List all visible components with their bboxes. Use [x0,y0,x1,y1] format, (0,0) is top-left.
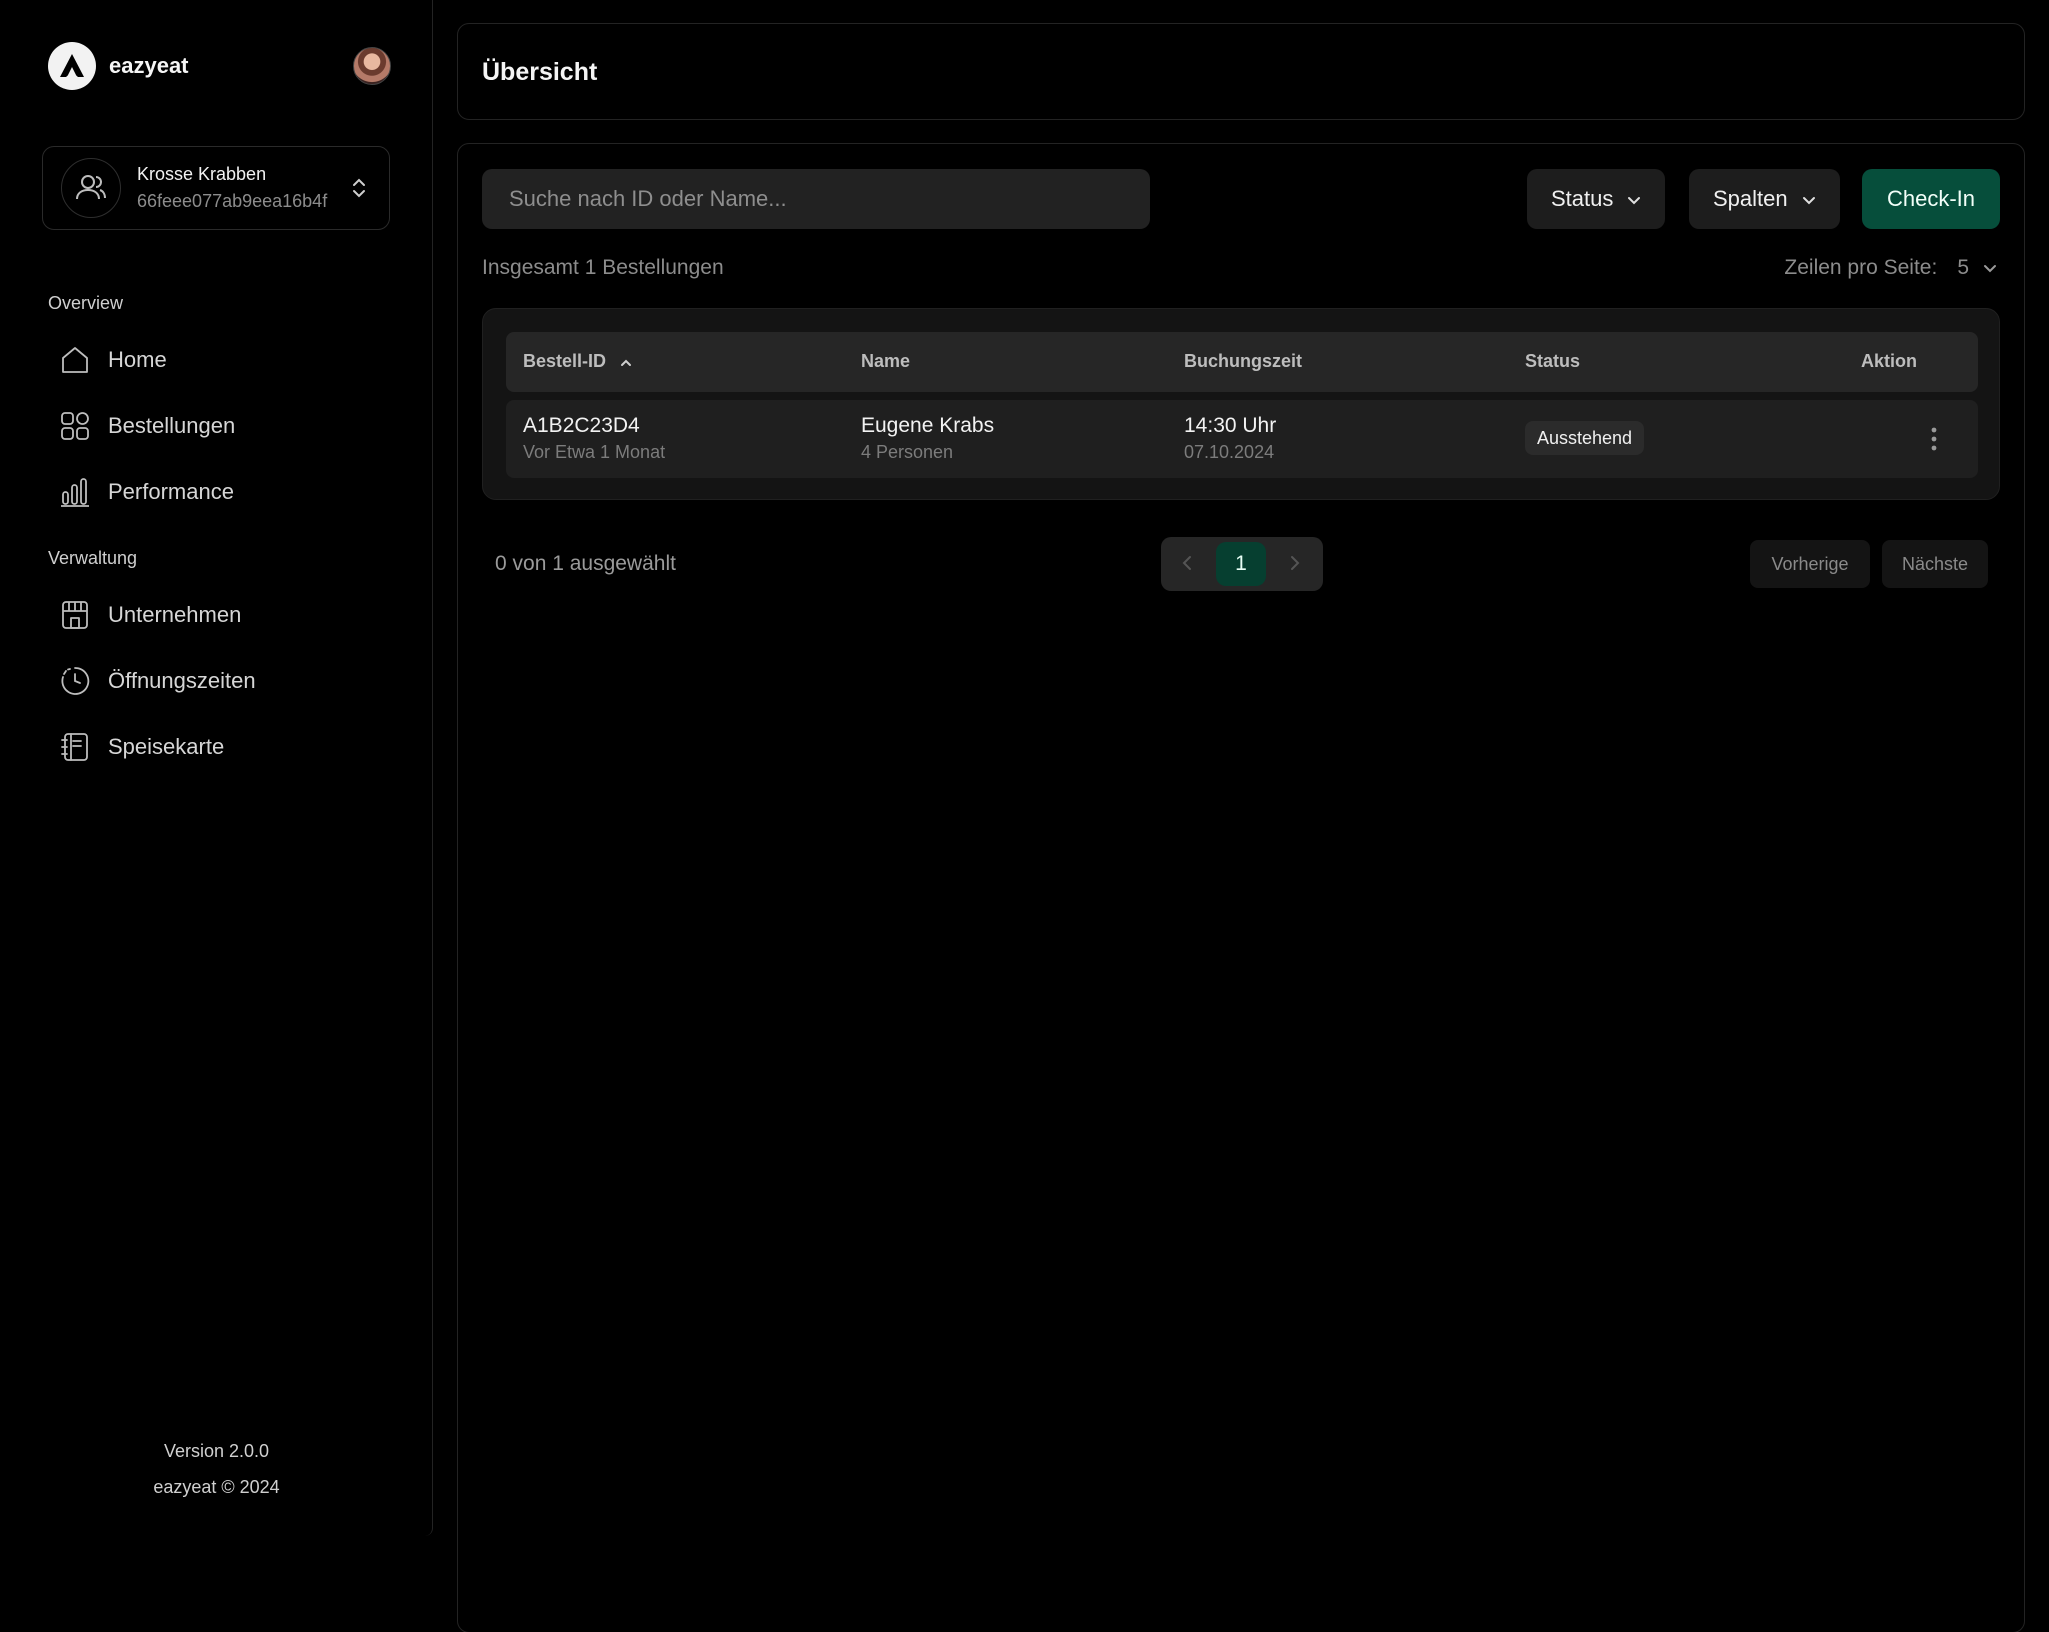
column-header-label: Bestell-ID [523,351,607,371]
page-header: Übersicht [457,23,2025,120]
sidebar-item-bestellungen[interactable]: Bestellungen [58,404,235,448]
search-input[interactable] [482,169,1150,229]
sidebar-item-label: Home [108,347,167,372]
sidebar-item-oeffnungszeiten[interactable]: Öffnungszeiten [58,659,256,703]
page-title: Übersicht [482,58,598,86]
clock-icon [58,664,92,698]
total-orders: Insgesamt 1 Bestellungen [482,256,724,279]
pagination: 1 [1161,537,1323,591]
column-header-name: Name [861,351,911,371]
column-header-booking-time: Buchungszeit [1184,351,1303,371]
sidebar-item-performance[interactable]: Performance [58,470,234,514]
sidebar-item-unternehmen[interactable]: Unternehmen [58,593,241,637]
company-switcher[interactable]: Krosse Krabben 66feee077ab9eea16b4f [42,146,390,230]
next-page-button[interactable]: Nächste [1882,540,1988,588]
order-id: A1B2C23D4 [523,414,640,437]
app-version: Version 2.0.0 [163,1441,270,1461]
check-in-button[interactable]: Check-In [1862,169,2000,229]
table-row[interactable]: A1B2C23D4 Vor Etwa 1 Monat Eugene Krabs … [506,400,1978,478]
more-vertical-icon[interactable] [1924,424,1944,454]
menu-book-icon [58,730,92,764]
sidebar: eazyeat Krosse Krabben 66feee077ab9eea16… [0,0,433,1536]
bar-chart-icon [58,475,92,509]
customer-name: Eugene Krabs [861,414,995,437]
chevron-down-icon [1983,256,1997,280]
column-header-action: Aktion [1861,351,1917,371]
sidebar-item-label: Öffnungszeiten [108,668,256,693]
column-header-status: Status [1525,351,1581,371]
rows-per-page[interactable]: Zeilen pro Seite: 5 [1784,256,1997,280]
company-id: 66feee077ab9eea16b4f [137,191,328,211]
nav-section-overview: Overview [48,293,124,313]
user-avatar[interactable] [353,47,391,85]
status-badge: Ausstehend [1525,421,1645,455]
sidebar-item-label: Speisekarte [108,734,225,759]
orders-panel: Status Spalten Check-In Insgesamt 1 Best… [457,143,2025,1632]
rows-per-page-label: Zeilen pro Seite: [1784,256,1938,279]
booking-date: 07.10.2024 [1184,442,1275,462]
sidebar-item-speisekarte[interactable]: Speisekarte [58,725,224,769]
users-icon [61,158,121,218]
chevrons-up-down-icon [351,177,367,204]
sidebar-item-label: Performance [108,479,234,504]
columns-button[interactable]: Spalten [1689,169,1840,229]
order-age: Vor Etwa 1 Monat [523,442,666,462]
status-filter-button[interactable]: Status [1527,169,1666,229]
previous-page-button[interactable]: Vorherige [1750,540,1870,588]
selection-count: 0 von 1 ausgewählt [495,552,676,575]
sidebar-item-home[interactable]: Home [58,338,167,382]
rows-per-page-value: 5 [1957,256,1969,279]
page-button-current[interactable]: 1 [1216,542,1266,586]
orders-table: Bestell-ID Name Buchungszeit Status Akti… [482,308,2000,500]
columns-label: Spalten [1713,186,1788,211]
sidebar-item-label: Unternehmen [108,602,242,627]
copyright: eazyeat © 2024 [153,1477,280,1497]
grid-icon [58,409,92,443]
brand[interactable]: eazyeat [48,42,189,90]
home-icon [58,343,92,377]
brand-name: eazyeat [109,53,189,78]
status-filter-label: Status [1551,186,1614,211]
chevron-down-icon [1802,186,1816,212]
chevron-right-icon[interactable] [1289,554,1301,577]
company-name: Krosse Krabben [137,164,267,184]
chevron-down-icon [1627,186,1641,212]
column-header-order-id[interactable]: Bestell-ID [523,351,632,372]
booking-time: 14:30 Uhr [1184,414,1277,437]
company-info: Krosse Krabben 66feee077ab9eea16b4f [137,164,337,212]
app-root: eazyeat Krosse Krabben 66feee077ab9eea16… [0,0,2049,1632]
chevron-left-icon[interactable] [1181,554,1193,577]
sidebar-item-label: Bestellungen [108,413,236,438]
party-size: 4 Personen [861,442,954,462]
nav-section-verwaltung: Verwaltung [48,548,138,568]
logo-icon [48,42,96,90]
sort-ascending-icon [620,351,632,372]
store-icon [58,598,92,632]
table-header: Bestell-ID Name Buchungszeit Status Akti… [506,332,1978,392]
